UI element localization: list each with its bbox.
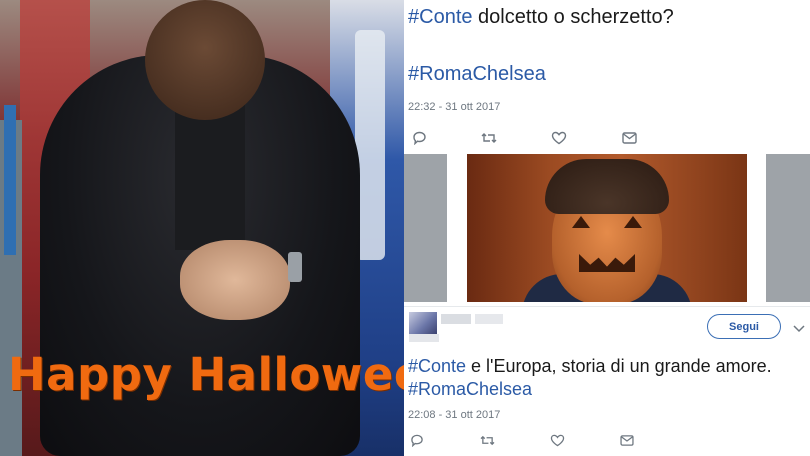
hashtag-link-romachelsea[interactable]: #RomaChelsea [408,63,546,86]
chevron-down-icon[interactable] [793,320,805,333]
tweet1-actions [411,130,691,146]
watch [288,252,302,282]
tweet2-text: #Conte e l'Europa, storia di un grande a… [408,356,772,377]
message-icon[interactable] [621,130,637,146]
tweet2-actions [409,432,689,448]
media-thumb-right[interactable] [766,154,810,302]
blurred-username[interactable] [441,314,471,324]
halloween-caption: Happy Halloween [8,348,404,401]
like-icon[interactable] [551,130,567,146]
photo-conte-seated: Happy Halloween [0,0,404,456]
media-thumb-left[interactable] [404,154,447,302]
tweet-divider [404,306,810,307]
like-icon[interactable] [549,432,565,448]
tweet2-body: e l'Europa, storia di un grande amore. [466,356,772,376]
message-icon[interactable] [619,432,635,448]
media-conte-pumpkin[interactable] [467,154,747,302]
blurred-username-extra [475,314,503,324]
reply-icon[interactable] [411,130,427,146]
tweet2-timestamp[interactable]: 22:08 - 31 ott 2017 [408,409,500,421]
blurred-handle [409,334,439,342]
reply-icon[interactable] [409,432,425,448]
man-head [145,0,265,120]
conte-hair [545,159,669,214]
tweet1-text: #Conte dolcetto o scherzetto? [408,6,674,29]
follow-button[interactable]: Segui [707,314,781,339]
tweet1-timestamp[interactable]: 22:32 - 31 ott 2017 [408,101,500,113]
retweet-icon[interactable] [479,432,495,448]
seat-rail-blue [4,105,16,255]
retweet-icon[interactable] [481,130,497,146]
hashtag-link[interactable]: #Conte [408,356,466,376]
tweet1-body: dolcetto o scherzetto? [472,6,674,28]
hashtag-link-romachelsea[interactable]: #RomaChelsea [408,379,532,400]
man-hands [180,240,290,320]
hashtag-link[interactable]: #Conte [408,6,473,28]
